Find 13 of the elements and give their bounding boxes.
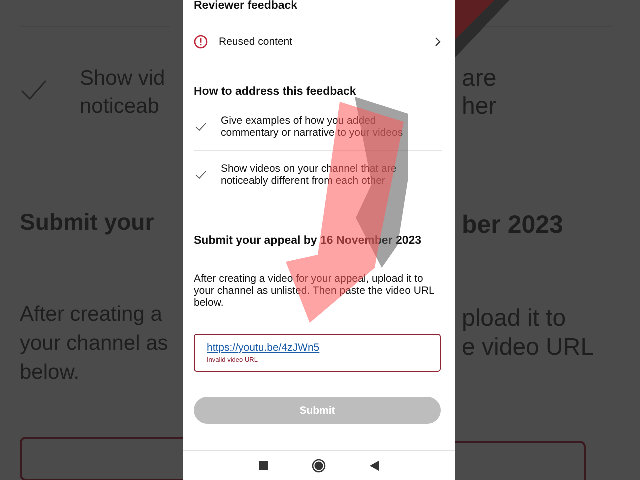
- back-icon[interactable]: [370, 460, 379, 470]
- feedback-item[interactable]: Reused content: [194, 30, 441, 54]
- section-title: Submit your appeal by 16 November 2023: [194, 235, 423, 248]
- chevron-icon: [435, 37, 441, 47]
- check-icon: [20, 79, 48, 101]
- section-title: How to address this feedback: [194, 86, 358, 99]
- backdrop-arrow-drawing: [455, 0, 511, 60]
- tip-text: Show videos on your channel that are noticeably different from each other: [221, 163, 398, 187]
- tip-text: Give examples of how you added commentary or narrative to your videos: [221, 115, 404, 139]
- section-title: Reviewer feedback: [194, 0, 299, 13]
- alert-icon: [194, 35, 208, 49]
- home-circle-icon[interactable]: [312, 458, 326, 472]
- instructions-text: After creating a video for your appeal, upload it to your channel as unlisted. Then paste the video URL below.: [194, 273, 436, 309]
